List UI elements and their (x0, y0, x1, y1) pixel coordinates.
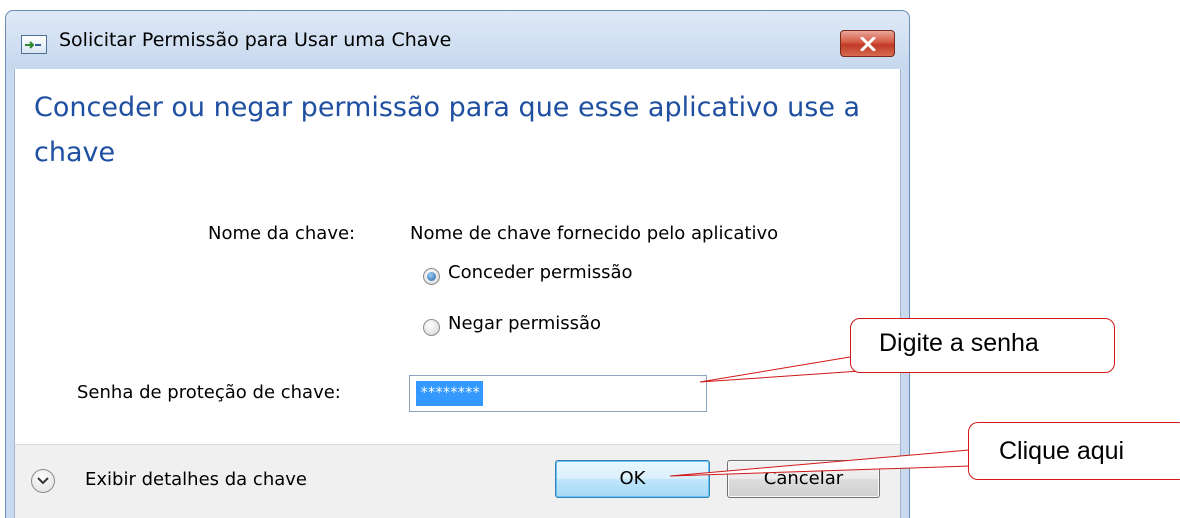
callout-password-hint: Digite a senha (850, 318, 1115, 373)
callout-click-hint: Clique aqui (968, 422, 1180, 480)
